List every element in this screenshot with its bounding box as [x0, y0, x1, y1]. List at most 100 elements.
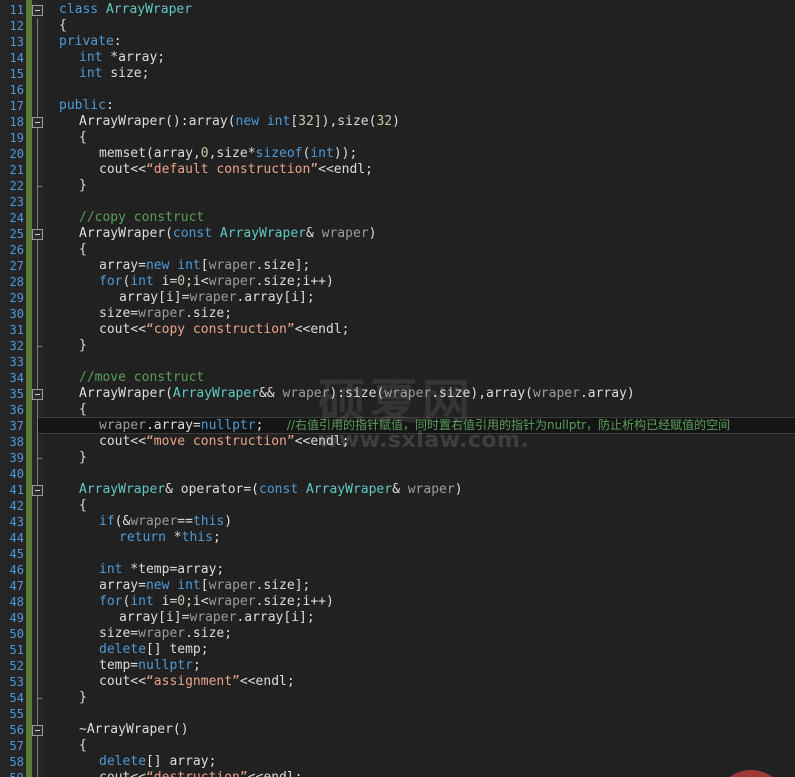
code-line[interactable]: int *array; — [44, 50, 165, 66]
code-line[interactable]: } — [44, 338, 87, 354]
code-line[interactable] — [44, 466, 59, 482]
code-line-text: { — [44, 498, 87, 513]
code-line[interactable]: size=wraper.size; — [44, 306, 232, 322]
code-line[interactable]: //move construct — [44, 370, 204, 386]
code-token-num: 32 — [376, 114, 393, 129]
code-line[interactable]: ArrayWraper& operator=(const ArrayWraper… — [44, 482, 463, 498]
code-token-pln: array= — [99, 578, 146, 593]
code-token-pln: [] array; — [145, 754, 217, 769]
code-line[interactable]: size=wraper.size; — [44, 626, 232, 642]
code-line[interactable] — [44, 354, 59, 370]
code-line[interactable]: { — [44, 498, 87, 514]
code-line[interactable]: cout<<“destruction”<<endl; — [44, 770, 303, 777]
code-line[interactable]: { — [44, 242, 87, 258]
code-line-text: //copy construct — [44, 210, 204, 225]
code-token-pln: <<endl; — [294, 434, 350, 449]
code-line[interactable]: } — [44, 450, 87, 466]
code-token-kw: return — [119, 530, 166, 545]
code-token-kw: for — [99, 274, 123, 289]
code-line[interactable]: array=new int[wraper.size]; — [44, 258, 310, 274]
code-line[interactable]: cout<<“default construction”<<endl; — [44, 162, 373, 178]
code-line-text: private: — [44, 34, 122, 49]
code-token-pln: } — [79, 450, 87, 465]
code-token-var: wraper — [208, 594, 256, 609]
fold-toggle-collapse-icon[interactable] — [32, 5, 43, 16]
code-token-typ: ArrayWraper — [219, 226, 306, 241]
code-line[interactable]: temp=nullptr; — [44, 658, 201, 674]
code-line-text: //move construct — [44, 370, 204, 385]
code-token-num: 32 — [298, 114, 314, 129]
code-token-kw: int — [99, 562, 123, 577]
code-token-pln: ; — [192, 658, 201, 673]
code-token-pln: [ — [200, 258, 209, 273]
code-line[interactable]: return *this; — [44, 530, 221, 546]
code-line[interactable] — [44, 546, 59, 562]
code-line[interactable] — [44, 706, 59, 722]
code-editor[interactable]: 硕夏网 www.sxlaw.com. 11 12 13 14 15 16 17 18 19 20 2… — [0, 0, 795, 777]
code-line[interactable]: } — [44, 178, 87, 194]
code-line[interactable]: { — [44, 18, 67, 34]
code-line[interactable]: ArrayWraper():array(new int[32]),size(32… — [44, 114, 400, 130]
code-line[interactable] — [44, 194, 59, 210]
code-line[interactable]: if(&wraper==this) — [44, 514, 232, 530]
code-line-text: size=wraper.size; — [44, 626, 232, 641]
code-token-kw: delete — [99, 754, 146, 769]
code-line[interactable]: for(int i=0;i<wraper.size;i++) — [44, 594, 334, 610]
code-token-kw: nullptr — [200, 418, 256, 433]
code-token-pln: .array= — [145, 418, 201, 433]
code-line[interactable]: memset(array,0,size*sizeof(int)); — [44, 146, 357, 162]
code-content-area[interactable]: class ArrayWraper{private: int *array; int… — [38, 0, 795, 777]
code-line[interactable]: ArrayWraper(ArrayWraper&& wraper):size(w… — [44, 386, 635, 402]
code-token-pln: ; — [212, 530, 221, 545]
code-token-pln: ):size( — [329, 386, 385, 401]
code-token-pln: { — [79, 738, 87, 753]
code-line-active[interactable]: wraper.array=nullptr; //右值引用的指针赋值，同时置右值引… — [38, 417, 795, 434]
code-token-pln: <<endl; — [318, 162, 373, 177]
code-line[interactable]: delete[] array; — [44, 754, 216, 770]
code-line[interactable]: class ArrayWraper — [44, 2, 192, 18]
code-line[interactable]: { — [44, 130, 87, 146]
code-line[interactable] — [44, 82, 59, 98]
code-line[interactable]: ~ArrayWraper() — [44, 722, 189, 738]
fold-region-line — [37, 130, 38, 186]
code-token-pln: cout<< — [99, 674, 146, 689]
code-line-text: { — [44, 18, 67, 33]
code-line[interactable]: //copy construct — [44, 210, 204, 226]
code-token-str: “move construction” — [145, 434, 295, 449]
code-line-text: } — [44, 338, 87, 353]
code-line[interactable]: { — [44, 402, 87, 418]
code-token-pln: ,size* — [208, 146, 256, 161]
fold-toggle-collapse-icon[interactable] — [32, 229, 43, 240]
code-line[interactable]: private: — [44, 34, 122, 50]
code-line[interactable]: array[i]=wraper.array[i]; — [44, 290, 315, 306]
code-token-typ: ArrayWraper — [172, 386, 260, 401]
code-line[interactable]: int size; — [44, 66, 149, 82]
code-line[interactable]: cout<<“move construction”<<endl; — [44, 434, 349, 450]
code-line-text: } — [44, 450, 87, 465]
code-line[interactable]: public: — [44, 98, 114, 114]
code-token-pln: & operator=( — [165, 482, 260, 497]
code-line[interactable]: array[i]=wraper.array[i]; — [44, 610, 315, 626]
code-line[interactable]: int *temp=array; — [44, 562, 224, 578]
code-line-text: int size; — [44, 66, 149, 81]
code-line[interactable]: cout<<“copy construction”<<endl; — [44, 322, 349, 338]
code-line[interactable]: for(int i=0;i<wraper.size;i++) — [44, 274, 334, 290]
code-line-text: int *array; — [44, 50, 165, 65]
code-token-pln: ; — [255, 418, 287, 433]
code-token-kw: new — [145, 258, 170, 273]
code-line[interactable]: ArrayWraper(const ArrayWraper& wraper) — [44, 226, 376, 242]
fold-toggle-collapse-icon[interactable] — [32, 117, 43, 128]
fold-toggle-collapse-icon[interactable] — [32, 725, 43, 736]
fold-region-line — [37, 738, 38, 777]
code-folding-column[interactable] — [0, 0, 44, 777]
code-line[interactable]: delete[] temp; — [44, 642, 209, 658]
code-line[interactable]: array=new int[wraper.size]; — [44, 578, 310, 594]
fold-toggle-collapse-icon[interactable] — [32, 485, 43, 496]
code-line[interactable]: { — [44, 738, 87, 754]
fold-toggle-collapse-icon[interactable] — [32, 389, 43, 400]
code-line[interactable]: } — [44, 690, 87, 706]
code-line[interactable]: cout<<“assignment”<<endl; — [44, 674, 295, 690]
code-line-text: } — [44, 690, 87, 705]
code-token-kw: delete — [99, 642, 146, 657]
